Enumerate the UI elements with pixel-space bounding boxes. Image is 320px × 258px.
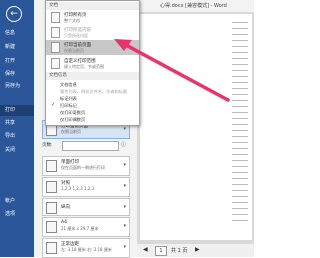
menu-item-print-current-page[interactable]: 打印当前页面 仅限当前页 xyxy=(46,40,139,55)
sidebar-item-save-as[interactable]: 另存为 xyxy=(0,81,34,92)
collate-dropdown[interactable]: 对照 1,2,3 1,2,3 1,2,3 ▾ xyxy=(42,177,130,197)
document-icon xyxy=(51,12,60,23)
next-page-icon[interactable]: ▶ xyxy=(195,246,200,253)
menu-section-doc-info: 文档信息 xyxy=(46,72,139,80)
chevron-down-icon: ▾ xyxy=(123,183,126,189)
pages-row: 页数: ⓘ xyxy=(42,140,128,151)
sidebar-item-info[interactable]: 信息 xyxy=(0,28,34,39)
chevron-down-icon: ▾ xyxy=(123,204,126,210)
margins-icon xyxy=(46,242,57,254)
chevron-down-icon: ▾ xyxy=(123,162,126,168)
sidebar-item-new[interactable]: 新建 xyxy=(0,42,34,53)
sidebar-item-options[interactable]: 选项 xyxy=(0,209,34,220)
info-icon: ⓘ xyxy=(121,142,127,148)
sides-dropdown[interactable]: 单面打印 仅在页面的一侧进行打印 ▾ xyxy=(42,156,130,176)
page-navigator: ◀ 1 共 1 页 ▶ xyxy=(137,244,254,257)
print-range-menu: 文档 打印所有页 整个文档 打印所选内容 只是所选内容 打印当前页面 仅限当前页… xyxy=(45,0,140,126)
checkmark-icon: ✓ xyxy=(51,102,56,108)
option-markup-list[interactable]: 标记列表 xyxy=(46,95,139,102)
custom-range-icon xyxy=(51,58,60,69)
current-page-icon xyxy=(51,42,60,53)
page-total: 共 1 页 xyxy=(171,248,188,254)
option-document-info[interactable]: 文档信息 xyxy=(46,81,139,88)
page-number-input[interactable]: 1 xyxy=(155,246,167,256)
portrait-icon xyxy=(46,202,57,214)
menu-item-print-all[interactable]: 打印所有页 整个文档 xyxy=(46,10,139,25)
back-arrow-icon[interactable]: ← xyxy=(6,6,22,22)
sidebar-item-account[interactable]: 帐户 xyxy=(0,196,34,207)
menu-item-print-selection[interactable]: 打印所选内容 只是所选内容 xyxy=(46,25,139,40)
sidebar-item-close[interactable]: 关闭 xyxy=(0,145,34,156)
sidebar-item-print[interactable]: 打印 xyxy=(0,105,34,116)
option-even-pages[interactable]: 仅打印偶数页 xyxy=(46,116,139,123)
preview-page xyxy=(140,14,252,240)
pages-input[interactable] xyxy=(62,141,119,151)
prev-page-icon[interactable]: ◀ xyxy=(143,246,148,253)
paper-size-dropdown[interactable]: A4 21 厘米 x 29.7 厘米 ▾ xyxy=(42,217,130,237)
chevron-down-icon: ▾ xyxy=(123,244,126,250)
menu-item-custom-range[interactable]: 自定义打印范围 键入特定页、节或范围 xyxy=(46,56,139,71)
sidebar-item-share[interactable]: 共享 xyxy=(0,118,34,129)
backstage-sidebar: ← 信息 新建 打开 保存 另存为 打印 共享 导出 关闭 帐户 选项 xyxy=(0,0,34,257)
sidebar-item-open[interactable]: 打开 xyxy=(0,56,34,67)
collate-icon xyxy=(46,181,57,193)
margins-dropdown[interactable]: 正常边距 左: 3.18 厘米 右: 3.18 厘米 ▾ xyxy=(42,238,130,258)
window-title: 心得.docx [兼容模式] - Word xyxy=(160,3,227,9)
sidebar-item-save[interactable]: 保存 xyxy=(0,69,34,80)
orientation-dropdown[interactable]: 纵向 ▾ xyxy=(42,198,130,216)
option-properties-list[interactable]: 属性列表，例如文件名、作者和标题 xyxy=(46,88,139,95)
single-sided-icon xyxy=(46,160,57,172)
sidebar-item-export[interactable]: 导出 xyxy=(0,131,34,142)
option-odd-pages[interactable]: 仅打印奇数页 xyxy=(46,109,139,116)
selection-icon xyxy=(51,27,60,38)
chevron-down-icon: ▾ xyxy=(123,126,126,132)
chevron-down-icon: ▾ xyxy=(123,223,126,229)
option-print-markup[interactable]: ✓ 打印标记 xyxy=(46,102,139,109)
menu-section-document: 文档 xyxy=(46,2,139,10)
paper-icon xyxy=(46,221,57,233)
